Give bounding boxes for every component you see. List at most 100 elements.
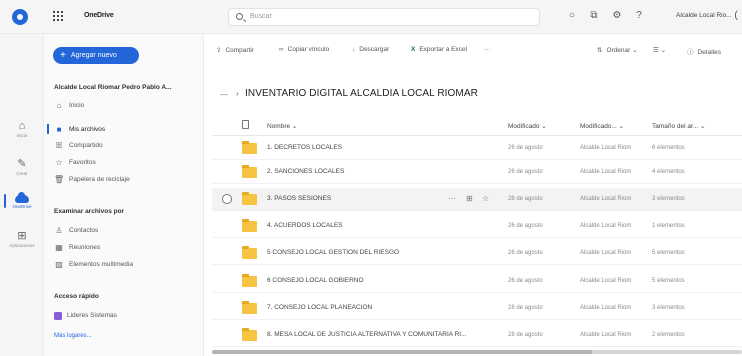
rail-item-onedrive[interactable]: OneDrive xyxy=(0,192,44,209)
info-icon: ⓘ xyxy=(687,49,694,56)
modified-by: Alcalde Local Riom xyxy=(580,145,632,151)
column-header-modified[interactable]: Modificado ⌄ xyxy=(508,122,547,130)
table-row[interactable]: 2. SANCIONES LOCALES 26 de agosto Alcald… xyxy=(212,161,742,184)
file-type-icon[interactable] xyxy=(242,120,249,129)
file-name[interactable]: 2. SANCIONES LOCALES xyxy=(267,168,344,175)
file-name[interactable]: 8. MESA LOCAL DE JUSTICIA ALTERNATIVA Y … xyxy=(267,331,467,338)
copy-link-button[interactable]: ∞ Copiar vínculo xyxy=(279,46,329,53)
more-places-link[interactable]: Más lugares... xyxy=(54,333,92,339)
top-bar: OneDrive Buscar ○ ⧉ ⚙ ? Alcalde Local Ri… xyxy=(0,0,742,34)
share-label: Compartir xyxy=(225,47,254,54)
chevron-right-icon: › xyxy=(236,89,239,98)
download-button[interactable]: ↓ Descargar xyxy=(352,46,389,53)
search-box[interactable]: Buscar xyxy=(228,8,540,26)
app-logo-icon[interactable] xyxy=(12,9,28,25)
nav-item-label: Compartido xyxy=(69,142,103,149)
details-button[interactable]: ⓘ Detalles xyxy=(687,46,721,56)
add-new-button[interactable]: + Agregar nuevo xyxy=(53,47,139,64)
folder-icon xyxy=(242,219,257,232)
file-name[interactable]: 7. CONSEJO LOCAL PLANEACION xyxy=(267,304,372,311)
gear-icon[interactable]: ⚙ xyxy=(611,10,623,22)
home-icon: ⌂ xyxy=(56,101,62,110)
scrollbar-thumb[interactable] xyxy=(212,350,592,354)
user-name[interactable]: Alcalde Local Rio... xyxy=(676,12,732,19)
excel-icon: X xyxy=(411,46,416,53)
command-bar: ⇪ Compartir ∞ Copiar vínculo ↓ Descargar XE… xyxy=(204,38,742,62)
nav-item-label: Elementos multimedia xyxy=(69,261,133,268)
more-options-icon[interactable]: ··· xyxy=(448,194,456,203)
quick-access-title: Acceso rápido xyxy=(54,293,99,300)
folder-icon xyxy=(242,141,257,154)
file-name[interactable]: 6 CONSEJO LOCAL GOBIERNO xyxy=(267,277,364,284)
modified-by: Alcalde Local Riom xyxy=(580,278,632,284)
table-row[interactable]: 4. ACUERDOS LOCALES 26 de agosto Alcalde… xyxy=(212,215,742,238)
item-count: 6 elementos xyxy=(652,145,685,151)
item-count: 5 elementos xyxy=(652,250,685,256)
search-icon xyxy=(236,13,243,20)
column-header-modified-by[interactable]: Modificado... ⌄ xyxy=(580,122,624,130)
rail-item-label: Crear xyxy=(16,171,28,176)
more-actions-button[interactable]: ··· xyxy=(484,46,491,53)
nav-item-meetings[interactable]: ▦ Reuniones xyxy=(54,242,100,253)
avatar[interactable]: ( xyxy=(730,10,742,22)
app-rail: ⌂ Inicio ✎ Crear OneDrive ⊞ Aplicaciones xyxy=(0,34,44,356)
file-name[interactable]: 5 CONSEJO LOCAL GESTION DEL RIESGO xyxy=(267,249,399,256)
breadcrumb-overflow[interactable]: — xyxy=(220,90,228,99)
table-row[interactable]: 1. DECRETOS LOCALES 26 de agosto Alcalde… xyxy=(212,137,742,160)
horizontal-scrollbar[interactable] xyxy=(212,350,742,354)
share-screen-icon[interactable]: ⧉ xyxy=(588,10,600,22)
row-select-radio[interactable] xyxy=(222,194,232,204)
file-name[interactable]: 1. DECRETOS LOCALES xyxy=(267,144,342,151)
column-header-label: Modificado... xyxy=(580,123,617,130)
table-row[interactable]: 7. CONSEJO LOCAL PLANEACION 28 de agosto… xyxy=(212,297,742,320)
favorite-star-icon[interactable]: ☆ xyxy=(482,194,489,203)
rail-item-label: Aplicaciones xyxy=(9,243,35,248)
sort-button[interactable]: ⇅ Ordenar ⌄ xyxy=(597,46,638,54)
nav-item-my-files[interactable]: ■ Mis archivos xyxy=(54,124,106,135)
table-row[interactable]: 5 CONSEJO LOCAL GESTION DEL RIESGO 26 de… xyxy=(212,242,742,265)
modified-date: 28 de agosto xyxy=(508,332,543,338)
column-header-name[interactable]: Nombre ⌄ xyxy=(267,122,297,130)
column-header-label: Modificado xyxy=(508,123,540,130)
column-header-label: Nombre xyxy=(267,123,291,130)
nav-item-recycle-bin[interactable]: 🗑 Papelera de reciclaje xyxy=(54,174,130,185)
nav-item-favorites[interactable]: ☆ Favoritos xyxy=(54,157,95,168)
help-icon[interactable]: ? xyxy=(633,10,645,22)
share-button[interactable]: ⇪ Compartir xyxy=(216,46,254,54)
nav-item-home[interactable]: ⌂ Inicio xyxy=(54,100,85,111)
nav-item-lideres-sistemas[interactable]: Lideres Sistemas xyxy=(54,310,117,321)
share-row-icon[interactable]: ⊞ xyxy=(466,194,473,203)
column-header-size[interactable]: Tamaño del ar... ⌄ xyxy=(652,122,706,130)
star-icon: ☆ xyxy=(55,158,63,167)
export-excel-button[interactable]: X Exportar a Excel xyxy=(411,46,467,53)
folder-icon xyxy=(242,274,257,287)
image-icon: ▨ xyxy=(55,260,63,269)
rail-item-apps[interactable]: ⊞ Aplicaciones xyxy=(0,230,44,248)
nav-item-contacts[interactable]: ♙ Contactos xyxy=(54,225,98,236)
search-input[interactable]: Buscar xyxy=(250,13,272,20)
details-label: Detalles xyxy=(697,49,721,56)
circle-icon[interactable]: ○ xyxy=(566,10,578,22)
sort-icon: ⇅ xyxy=(597,47,603,54)
table-row[interactable]: 6 CONSEJO LOCAL GOBIERNO 26 de agosto Al… xyxy=(212,270,742,293)
app-launcher-icon[interactable] xyxy=(53,11,65,23)
file-name[interactable]: 3. PASOS SESIONES xyxy=(267,195,331,202)
add-new-label: Agregar nuevo xyxy=(70,52,117,59)
rail-item-home[interactable]: ⌂ Inicio xyxy=(0,120,44,138)
view-options-button[interactable]: ☰ ⌄ xyxy=(653,46,666,54)
table-row[interactable]: 3. PASOS SESIONES ··· ⊞ ☆ 28 de agosto A… xyxy=(212,188,742,211)
nav-item-label: Lideres Sistemas xyxy=(67,312,117,319)
rail-item-create[interactable]: ✎ Crear xyxy=(0,158,44,176)
cloud-icon xyxy=(15,192,29,203)
app-name[interactable]: OneDrive xyxy=(84,12,114,19)
nav-item-shared[interactable]: ꕥ Compartido xyxy=(54,140,103,151)
modified-date: 26 de agosto xyxy=(508,278,543,284)
nav-item-media[interactable]: ▨ Elementos multimedia xyxy=(54,259,133,270)
file-name[interactable]: 4. ACUERDOS LOCALES xyxy=(267,222,343,229)
people-icon: ꕥ xyxy=(55,140,63,150)
folder-icon xyxy=(242,328,257,341)
modified-by: Alcalde Local Riom xyxy=(580,169,632,175)
table-row[interactable]: 8. MESA LOCAL DE JUSTICIA ALTERNATIVA Y … xyxy=(212,324,742,347)
sort-label: Ordenar xyxy=(606,47,631,54)
folder-icon xyxy=(242,192,257,205)
